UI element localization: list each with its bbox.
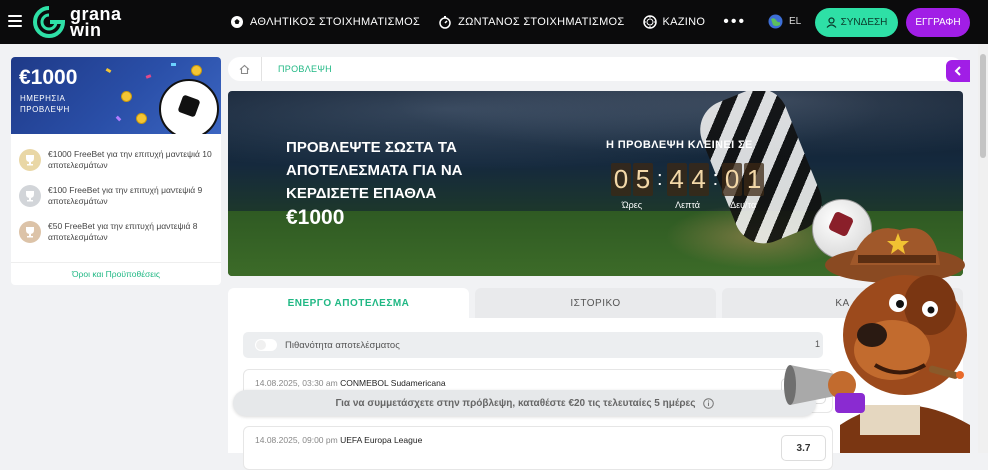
site-logo[interactable]: grana win bbox=[32, 4, 122, 40]
countdown-digit: 0 bbox=[722, 163, 743, 196]
match-meta: 14.08.2025, 09:00 pm UEFA Europa League bbox=[255, 435, 422, 445]
confetti-icon bbox=[105, 67, 112, 74]
language-label: EL bbox=[789, 16, 802, 27]
countdown-minutes: 44 Λεπτά bbox=[666, 163, 709, 210]
trophy-silver-icon bbox=[19, 185, 41, 207]
prize-tier-text: €1000 FreeBet για την επιτυχή μαντεψιά 1… bbox=[48, 149, 212, 170]
promo-subtitle-line1: ΗΜΕΡΗΣΙΑ bbox=[20, 94, 66, 103]
register-button-label: ΕΓΓΡΑΦΗ bbox=[915, 17, 961, 28]
page-scrollbar-thumb[interactable] bbox=[980, 54, 986, 158]
home-icon bbox=[239, 64, 250, 74]
countdown-digit: 1 bbox=[744, 163, 765, 196]
countdown-seconds: 01 Δευ/τα bbox=[722, 163, 765, 210]
coin-icon bbox=[191, 65, 202, 76]
language-selector[interactable]: EL bbox=[768, 14, 801, 29]
countdown-separator: : bbox=[712, 168, 719, 190]
logo-mark-icon bbox=[33, 6, 66, 38]
countdown-hours-label: Ώρες bbox=[621, 200, 643, 210]
prize-tier-text: €50 FreeBet για την επιτυχή μαντεψιά 8 α… bbox=[48, 221, 198, 242]
login-button-label: ΣΥΝΔΕΣΗ bbox=[840, 17, 888, 28]
countdown-hours: 05 Ώρες bbox=[611, 163, 653, 210]
trophy-gold-icon bbox=[19, 149, 41, 171]
probability-toggle[interactable] bbox=[255, 339, 277, 351]
stopwatch-icon bbox=[439, 16, 451, 29]
collapse-sidebar-button[interactable] bbox=[946, 60, 970, 82]
match-league: UEFA Europa League bbox=[340, 435, 423, 445]
more-menu-button[interactable]: ••• bbox=[723, 13, 746, 31]
match-league: CONMEBOL Sudamericana bbox=[340, 378, 446, 388]
countdown-seconds-label: Δευ/τα bbox=[730, 200, 757, 210]
probability-toggle-row: Πιθανότητα αποτελέσματος 1 bbox=[243, 332, 823, 358]
hero-title: ΠΡΟΒΛΕΨΤΕ ΣΩΣΤΑ ΤΑ ΑΠΟΤΕΛΕΣΜΑΤΑ ΓΙΑ ΝΑ Κ… bbox=[286, 139, 463, 202]
logo-text-line2: win bbox=[70, 20, 102, 40]
prize-tier-text: €100 FreeBet για την επιτυχή μαντεψιά 9 … bbox=[48, 185, 203, 206]
match-datetime: 14.08.2025, 09:00 pm bbox=[255, 435, 338, 445]
countdown-digit: 5 bbox=[633, 163, 653, 196]
trophy-bronze-icon bbox=[19, 221, 41, 243]
casino-chip-icon bbox=[642, 15, 657, 29]
globe-icon bbox=[768, 14, 783, 29]
promo-amount: €1000 bbox=[19, 66, 78, 89]
tab-active-result[interactable]: ΕΝΕΡΓΟ ΑΠΟΤΕΛΕΣΜΑ bbox=[228, 288, 469, 318]
coin-icon bbox=[121, 91, 132, 102]
cowboy-dog-mascot-image[interactable] bbox=[780, 225, 980, 453]
main-nav: ΑΘΛΗΤΙΚΟΣ ΣΤΟΙΧΗΜΑΤΙΣΜΟΣ ΖΩΝΤΑΝΟΣ ΣΤΟΙΧΗ… bbox=[230, 0, 746, 44]
prize-tier-gold: €1000 FreeBet για την επιτυχή μαντεψιά 1… bbox=[11, 142, 221, 178]
confetti-icon bbox=[115, 115, 122, 122]
nav-sports-betting[interactable]: ΑΘΛΗΤΙΚΟΣ ΣΤΟΙΧΗΜΑΤΙΣΜΟΣ bbox=[230, 15, 420, 29]
hamburger-menu-icon[interactable] bbox=[8, 15, 22, 27]
match-meta: 14.08.2025, 03:30 am CONMEBOL Sudamerica… bbox=[255, 378, 446, 388]
countdown-label: Η ΠΡΟΒΛΕΨΗ ΚΛΕΙΝΕΙ ΣΕ bbox=[606, 139, 753, 151]
info-icon[interactable] bbox=[702, 397, 714, 409]
match-row: 14.08.2025, 09:00 pm UEFA Europa League … bbox=[243, 426, 833, 470]
breadcrumb-home[interactable] bbox=[228, 57, 262, 81]
promo-subtitle: ΗΜΕΡΗΣΙΑ ΠΡΟΒΛΕΨΗ bbox=[20, 93, 70, 115]
countdown-digit: 4 bbox=[688, 163, 709, 196]
notice-text: Για να συμμετάσχετε στην πρόβλεψη, καταθ… bbox=[335, 397, 696, 409]
prize-tier-silver: €100 FreeBet για την επιτυχή μαντεψιά 9 … bbox=[11, 178, 221, 214]
countdown-minutes-label: Λεπτά bbox=[675, 200, 700, 210]
confetti-icon bbox=[145, 74, 152, 79]
user-icon bbox=[826, 17, 837, 28]
confetti-icon bbox=[171, 63, 176, 66]
register-button[interactable]: ΕΓΓΡΑΦΗ bbox=[906, 8, 970, 37]
chevron-left-icon bbox=[954, 66, 961, 76]
nav-live-betting[interactable]: ΖΩΝΤΑΝΟΣ ΣΤΟΙΧΗΜΑΤΙΣΜΟΣ bbox=[438, 15, 624, 29]
countdown-digit: 0 bbox=[611, 163, 631, 196]
tab-history[interactable]: ΙΣΤΟΡΙΚΟ bbox=[475, 288, 716, 318]
soccer-ball-image bbox=[159, 79, 219, 134]
prize-tier-bronze: €50 FreeBet για την επιτυχή μαντεψιά 8 α… bbox=[11, 214, 221, 250]
nav-casino-label: ΚΑΖΙΝΟ bbox=[662, 16, 706, 28]
terms-and-conditions-link[interactable]: Όροι και Προϋποθέσεις bbox=[11, 262, 221, 279]
countdown-timer: 05 Ώρες : 44 Λεπτά : 01 Δευ/τα bbox=[611, 163, 765, 210]
breadcrumb-current[interactable]: ΠΡΟΒΛΕΨΗ bbox=[278, 64, 332, 74]
countdown-digit: 4 bbox=[666, 163, 687, 196]
promo-card: €1000 ΗΜΕΡΗΣΙΑ ΠΡΟΒΛΕΨΗ €1000 FreeBet γι… bbox=[11, 57, 221, 285]
countdown-separator: : bbox=[657, 168, 663, 190]
logo-text: grana win bbox=[70, 5, 122, 40]
soccer-ball-icon bbox=[231, 16, 243, 28]
promo-banner: €1000 ΗΜΕΡΗΣΙΑ ΠΡΟΒΛΕΨΗ bbox=[11, 57, 221, 134]
breadcrumb: ΠΡΟΒΛΕΨΗ bbox=[228, 57, 963, 81]
top-navigation-bar: grana win ΑΘΛΗΤΙΚΟΣ ΣΤΟΙΧΗΜΑΤΙΣΜΟΣ ΖΩΝΤΑ… bbox=[0, 0, 988, 44]
nav-live-betting-label: ΖΩΝΤΑΝΟΣ ΣΤΟΙΧΗΜΑΤΙΣΜΟΣ bbox=[458, 16, 625, 28]
probability-toggle-label: Πιθανότητα αποτελέσματος bbox=[285, 339, 400, 351]
login-button[interactable]: ΣΥΝΔΕΣΗ bbox=[815, 8, 898, 37]
nav-casino[interactable]: ΚΑΖΙΝΟ bbox=[642, 15, 706, 29]
match-datetime: 14.08.2025, 03:30 am bbox=[255, 378, 338, 388]
deposit-requirement-notice: Για να συμμετάσχετε στην πρόβλεψη, καταθ… bbox=[233, 390, 816, 416]
promo-subtitle-line2: ΠΡΟΒΛΕΨΗ bbox=[20, 105, 70, 114]
nav-sports-betting-label: ΑΘΛΗΤΙΚΟΣ ΣΤΟΙΧΗΜΑΤΙΣΜΟΣ bbox=[250, 16, 421, 28]
hero-amount: €1000 bbox=[286, 206, 345, 229]
coin-icon bbox=[136, 113, 147, 124]
